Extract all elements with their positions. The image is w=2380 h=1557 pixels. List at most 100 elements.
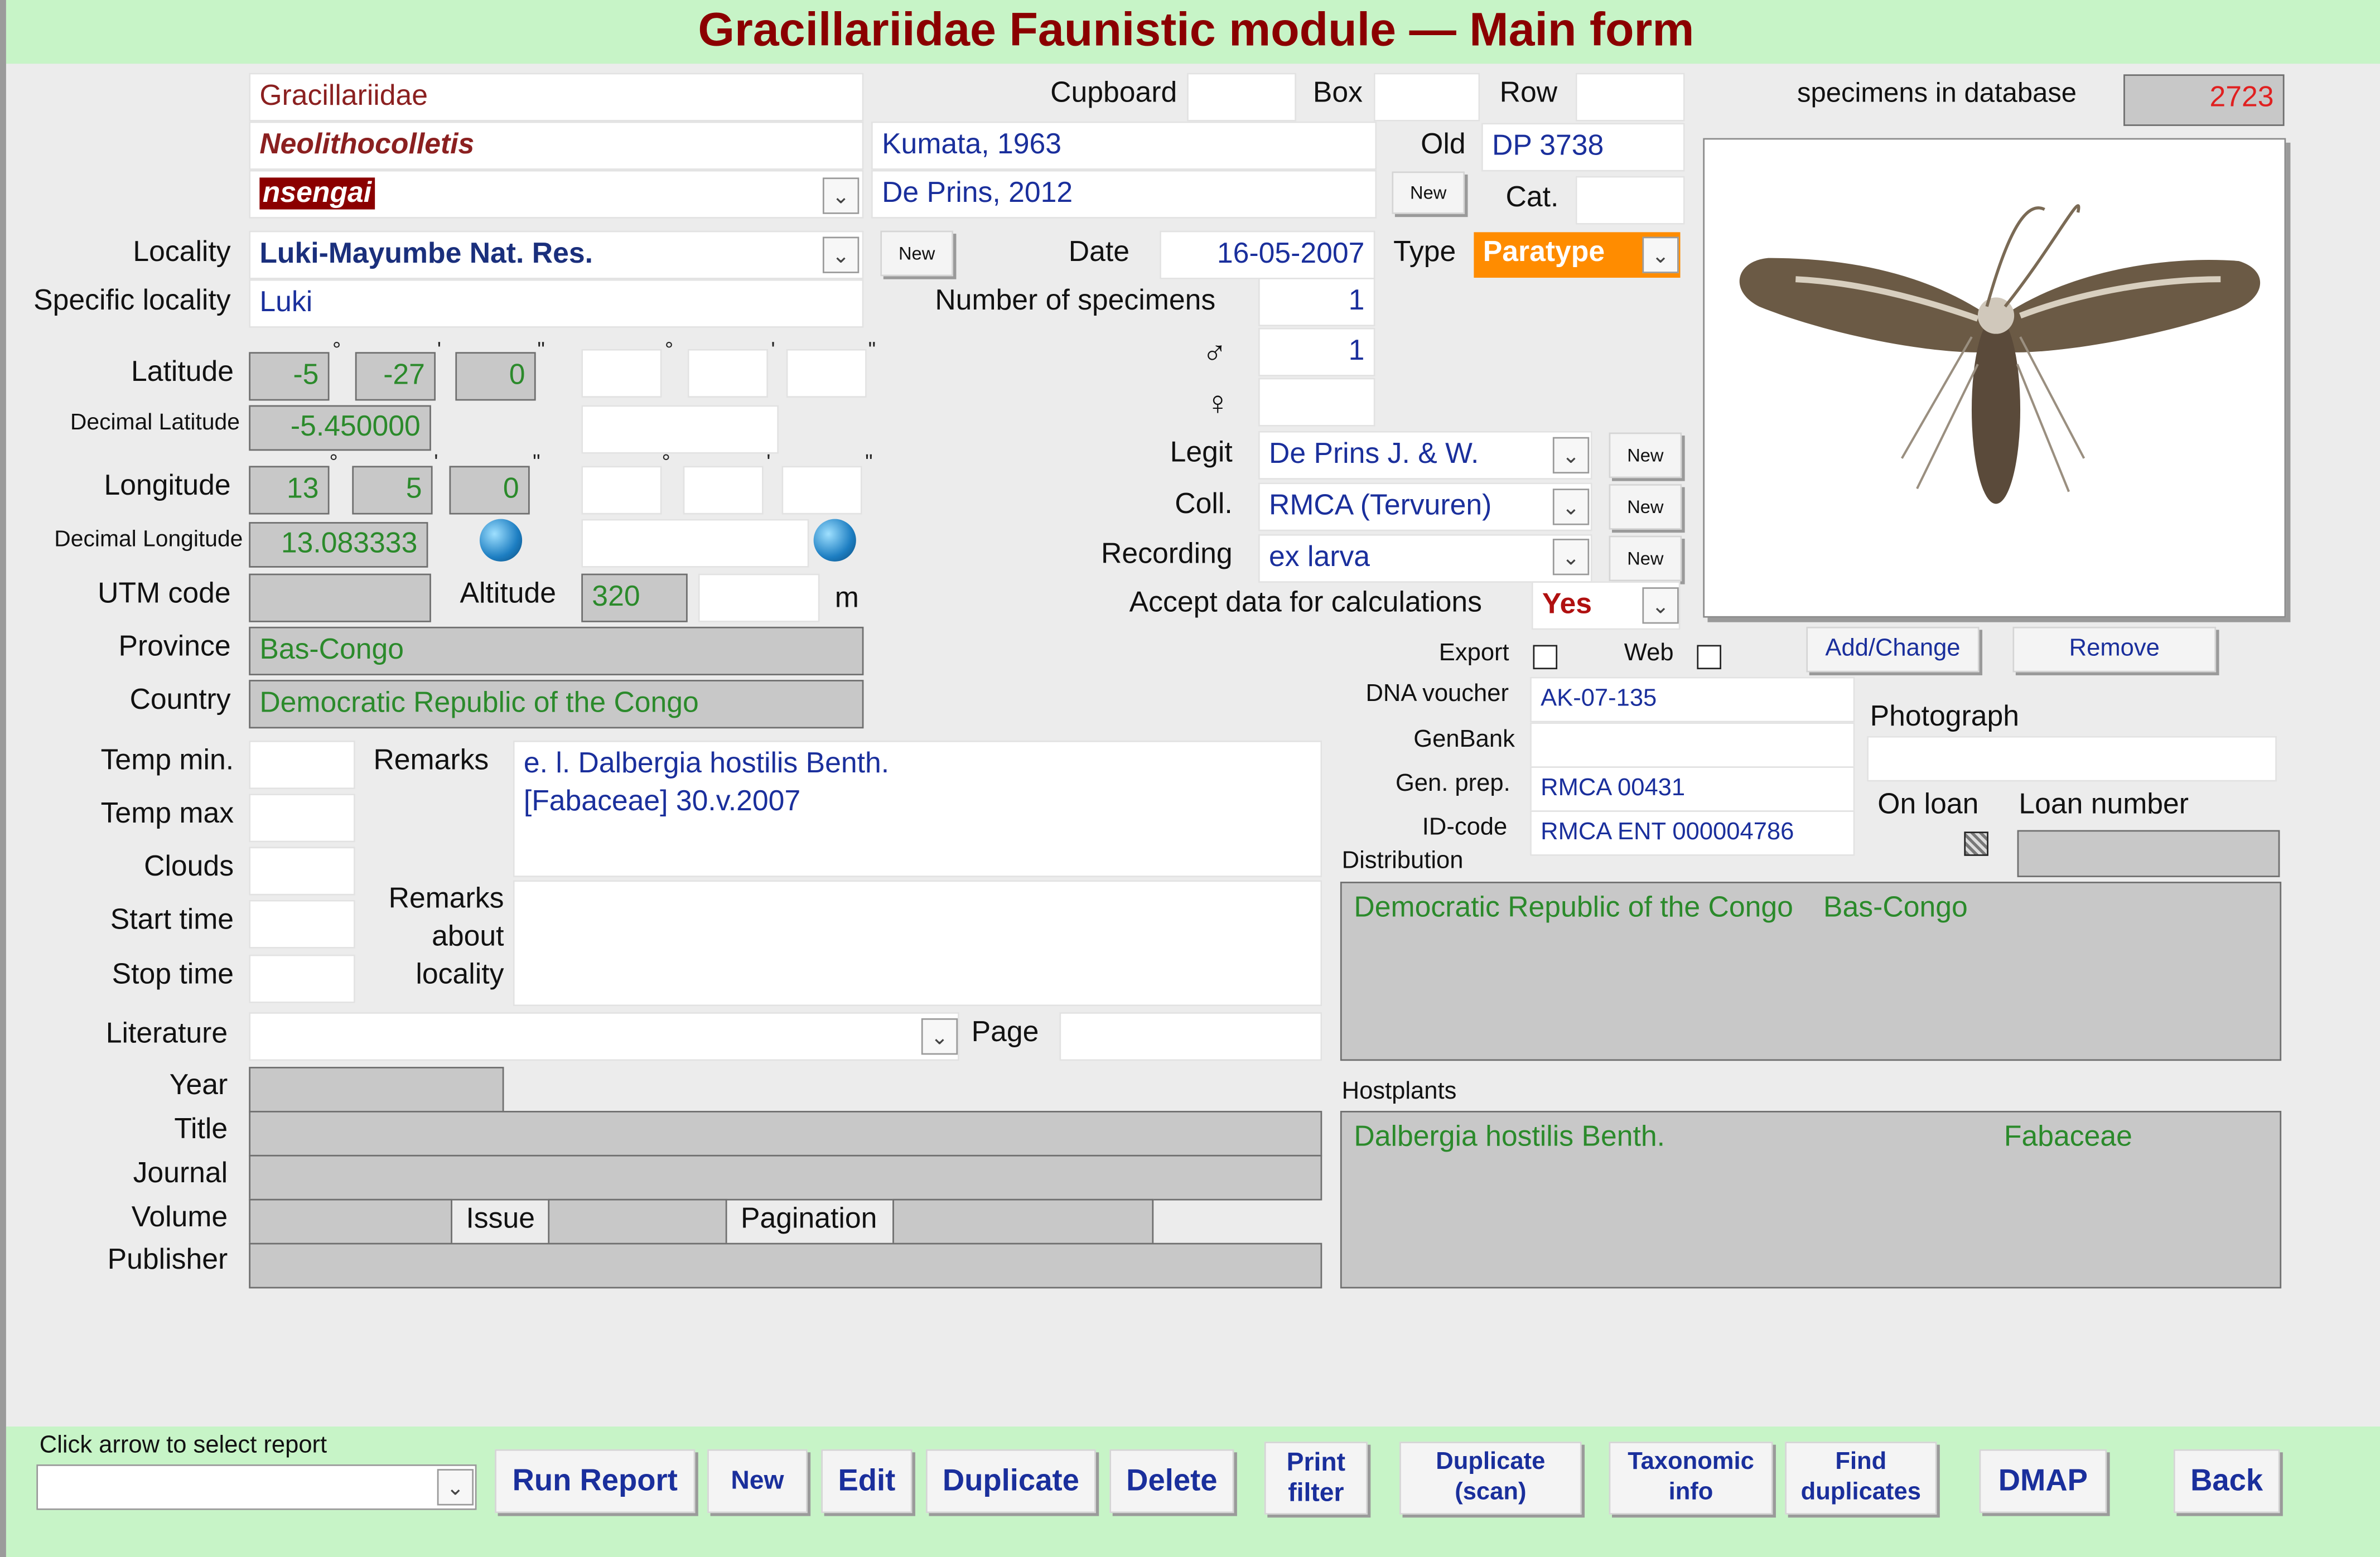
publisher-label: Publisher <box>107 1244 228 1276</box>
start-time-field[interactable] <box>249 900 355 949</box>
locality-label: Locality <box>133 236 231 269</box>
new-recording-button[interactable]: New <box>1609 535 1682 582</box>
web-checkbox[interactable] <box>1697 645 1721 670</box>
new-legit-button[interactable]: New <box>1609 432 1682 478</box>
lon-minutes-field[interactable]: 5 <box>352 466 433 515</box>
new-author-button[interactable]: New <box>1392 171 1465 214</box>
on-loan-checkbox[interactable] <box>1964 831 1988 856</box>
report-select[interactable] <box>36 1464 477 1510</box>
lon-alt-sec-symbol: " <box>865 449 873 474</box>
id-code-field[interactable]: RMCA ENT 000004786 <box>1530 810 1855 856</box>
locality-field[interactable]: Luki-Mayumbe Nat. Res. <box>249 230 864 279</box>
temp-min-field[interactable] <box>249 740 355 790</box>
dmap-button[interactable]: DMAP <box>1979 1449 2107 1514</box>
lat-alt-minutes-field[interactable] <box>687 349 768 398</box>
web-label: Web <box>1624 640 1674 666</box>
altitude-alt-field[interactable] <box>698 573 820 622</box>
dna-voucher-field[interactable]: AK-07-135 <box>1530 676 1855 723</box>
delete-button[interactable]: Delete <box>1109 1449 1234 1514</box>
lat-alt-degrees-field[interactable] <box>581 349 662 398</box>
print-filter-button[interactable]: Print filter <box>1264 1442 1368 1515</box>
genbank-field[interactable] <box>1530 722 1855 768</box>
legit-dropdown-arrow[interactable]: ⌄ <box>1552 437 1590 474</box>
coll-field[interactable]: RMCA (Tervuren) <box>1258 482 1592 531</box>
globe-icon[interactable] <box>479 519 523 562</box>
loan-number-field[interactable] <box>2017 830 2280 877</box>
altitude-field[interactable]: 320 <box>581 573 688 622</box>
family-field[interactable]: Gracillariidae <box>249 72 864 122</box>
lat-alt-seconds-field[interactable] <box>786 349 867 398</box>
genus-author-field[interactable]: Kumata, 1963 <box>871 121 1377 170</box>
dna-voucher-label: DNA voucher <box>1365 681 1509 708</box>
genus-field[interactable]: Neolithocolletis <box>249 121 864 170</box>
box-field[interactable] <box>1373 72 1480 122</box>
specific-locality-field[interactable]: Luki <box>249 279 864 328</box>
new-record-button[interactable]: New <box>707 1449 808 1514</box>
taxonomic-info-button[interactable]: Taxonomic info <box>1609 1442 1773 1515</box>
number-of-specimens-field[interactable]: 1 <box>1258 277 1375 327</box>
longitude-label: Longitude <box>104 470 231 502</box>
species-author-field[interactable]: De Prins, 2012 <box>871 170 1377 219</box>
literature-field[interactable] <box>249 1012 959 1061</box>
lat-minutes-field[interactable]: -27 <box>355 352 436 401</box>
duplicate-scan-button[interactable]: Duplicate (scan) <box>1399 1442 1582 1515</box>
lat-min-symbol: ' <box>437 337 442 361</box>
lat-degrees-field[interactable]: -5 <box>249 352 330 401</box>
run-report-button[interactable]: Run Report <box>495 1449 696 1514</box>
country-field: Democratic Republic of the Congo <box>249 680 864 729</box>
lat-seconds-field[interactable]: 0 <box>455 352 536 401</box>
decimal-latitude-alt-field[interactable] <box>581 405 779 454</box>
export-checkbox[interactable] <box>1533 645 1558 670</box>
duplicate-scan-line-2: (scan) <box>1455 1479 1527 1506</box>
edit-button[interactable]: Edit <box>821 1449 913 1514</box>
new-coll-button[interactable]: New <box>1609 484 1682 530</box>
species-dropdown-arrow[interactable]: ⌄ <box>822 177 860 214</box>
remarks-field[interactable]: e. l. Dalbergia hostilis Benth. [Fabacea… <box>513 740 1322 877</box>
lat-alt-deg-symbol: ° <box>664 337 674 361</box>
type-dropdown-arrow[interactable]: ⌄ <box>1642 236 1679 273</box>
female-count-field[interactable] <box>1258 378 1375 427</box>
lon-alt-minutes-field[interactable] <box>683 466 764 515</box>
cupboard-field[interactable] <box>1187 72 1296 122</box>
remove-photo-button[interactable]: Remove <box>2012 626 2217 673</box>
accept-data-dropdown-arrow[interactable]: ⌄ <box>1642 587 1679 624</box>
recording-field[interactable]: ex larva <box>1258 534 1592 583</box>
cat-field[interactable] <box>1575 176 1685 225</box>
lon-alt-seconds-field[interactable] <box>781 466 862 515</box>
globe-icon-alt[interactable] <box>813 519 856 562</box>
old-field[interactable]: DP 3738 <box>1481 123 1685 172</box>
clouds-field[interactable] <box>249 847 355 896</box>
find-duplicates-button[interactable]: Find duplicates <box>1785 1442 1937 1515</box>
decimal-latitude-field: -5.450000 <box>249 405 431 451</box>
report-dropdown-arrow[interactable]: ⌄ <box>437 1469 474 1506</box>
coll-dropdown-arrow[interactable]: ⌄ <box>1552 489 1590 525</box>
date-field[interactable]: 16-05-2007 <box>1160 230 1375 279</box>
stop-time-field[interactable] <box>249 954 355 1003</box>
male-count-field[interactable]: 1 <box>1258 327 1375 376</box>
print-filter-line-1: Print <box>1286 1448 1346 1477</box>
photograph-field[interactable] <box>1867 736 2277 782</box>
decimal-longitude-alt-field[interactable] <box>581 519 809 568</box>
lon-alt-degrees-field[interactable] <box>581 466 662 515</box>
province-field: Bas-Congo <box>249 626 864 675</box>
legit-field[interactable]: De Prins J. & W. <box>1258 431 1592 480</box>
page-field[interactable] <box>1059 1012 1322 1061</box>
literature-dropdown-arrow[interactable]: ⌄ <box>921 1018 958 1055</box>
lon-seconds-field[interactable]: 0 <box>449 466 530 515</box>
locality-dropdown-arrow[interactable]: ⌄ <box>822 236 860 273</box>
gen-prep-field[interactable]: RMCA 00431 <box>1530 766 1855 812</box>
remarks-locality-field[interactable] <box>513 880 1322 1007</box>
add-change-photo-button[interactable]: Add/Change <box>1806 626 1980 673</box>
temp-max-field[interactable] <box>249 794 355 843</box>
duplicate-button[interactable]: Duplicate <box>925 1449 1096 1514</box>
utm-code-field[interactable] <box>249 573 431 622</box>
species-field[interactable]: nsengai <box>249 170 864 219</box>
new-locality-button[interactable]: New <box>880 230 953 277</box>
lat-sec-symbol: " <box>537 337 545 361</box>
recording-dropdown-arrow[interactable]: ⌄ <box>1552 539 1590 576</box>
hostplants-box: Dalbergia hostilis Benth. Fabaceae <box>1340 1110 2282 1289</box>
back-button[interactable]: Back <box>2173 1449 2280 1514</box>
coll-label: Coll. <box>1175 489 1233 521</box>
lon-degrees-field[interactable]: 13 <box>249 466 330 515</box>
row-field[interactable] <box>1575 72 1685 122</box>
